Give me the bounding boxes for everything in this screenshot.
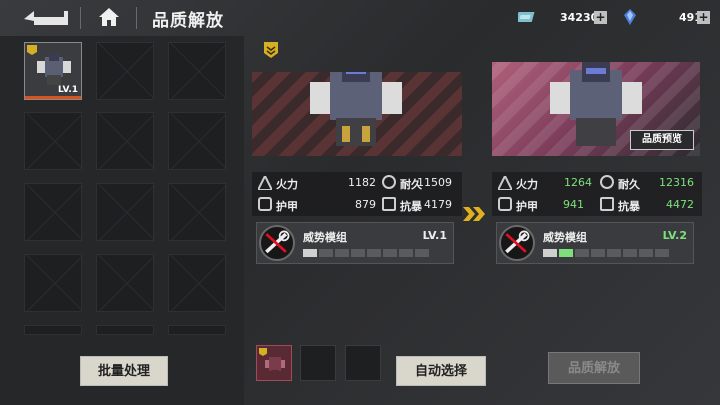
inventory-slot[interactable] [168,325,226,335]
stat-row: 火力 1182 耐久 11509 [252,172,462,194]
quality-release-button[interactable]: 品质解放 [548,352,640,384]
crit-resist-icon [600,197,614,211]
selected-level: LV.1 [58,85,78,95]
inventory-slot[interactable] [168,112,226,170]
stat-label: 护甲 [276,200,298,213]
inventory-slot[interactable] [168,42,226,100]
inventory-slot[interactable] [24,112,82,170]
divider [136,7,137,29]
stat-row: 火力 1264 耐久 12316 [492,172,702,194]
stat-value: 4472 [666,198,694,211]
inventory-slot[interactable] [96,112,154,170]
material-slot-filled[interactable] [256,345,292,381]
preview-mech-card: 品质预览 [492,62,700,156]
stat-value: 1182 [348,176,376,189]
back-icon[interactable] [24,9,68,27]
stat-value: 879 [355,198,376,211]
crit-resist-icon [382,197,396,211]
durability-icon [600,175,614,189]
inventory-slot[interactable] [96,325,154,335]
crystal-currency-icon [624,9,636,25]
upgrade-arrow-icon [463,207,485,221]
inventory-slot[interactable] [24,183,82,241]
page-title: 品质解放 [152,11,224,31]
module-level: LV.2 [662,229,687,242]
module-name: 威势模组 [303,231,347,244]
stat-value: 4179 [424,198,452,211]
module-name: 威势模组 [543,231,587,244]
add-currency1-button[interactable]: + [594,11,607,24]
inventory-slot[interactable] [96,254,154,312]
stat-value: 1264 [564,176,592,189]
mech-part-icon [310,72,402,146]
module-icon [259,225,295,261]
module-progress [303,249,443,257]
material-slot[interactable] [345,345,381,381]
divider [80,7,81,29]
home-icon[interactable] [98,7,120,27]
inventory-slot[interactable] [96,183,154,241]
stat-label: 火力 [276,178,298,191]
current-module: 威势模组 LV.1 [256,222,454,264]
stat-label: 耐久 [618,178,640,191]
ticket-currency-icon [518,12,535,22]
quality-preview-label[interactable]: 品质预览 [630,130,694,150]
auto-select-button[interactable]: 自动选择 [396,356,486,386]
preview-module: 威势模组 LV.2 [496,222,694,264]
rarity-bar [25,96,81,99]
armor-icon [258,197,272,211]
stat-label: 火力 [516,178,538,191]
add-currency2-button[interactable]: + [697,11,710,24]
stat-label: 护甲 [516,200,538,213]
inventory-slot[interactable] [24,325,82,335]
firepower-icon [496,173,514,191]
module-icon [499,225,535,261]
mech-part-icon [265,357,285,376]
material-slot[interactable] [300,345,336,381]
firepower-icon [256,173,274,191]
batch-process-button[interactable]: 批量处理 [80,356,168,386]
mech-part-icon [37,53,71,85]
current-mech-card [252,72,462,156]
stat-value: 11509 [417,176,452,189]
stat-value: 12316 [659,176,694,189]
stat-row: 护甲 941 抗暴 4472 [492,194,702,216]
rank-badge-icon [264,42,278,58]
module-progress [543,249,683,257]
top-bar: 品质解放 342303 + 491 + [0,0,720,36]
inventory-slot[interactable] [168,183,226,241]
inventory-slot[interactable] [96,42,154,100]
inventory-slot[interactable] [168,254,226,312]
stat-label: 抗暴 [618,200,640,213]
durability-icon [382,175,396,189]
inventory-slot[interactable] [24,254,82,312]
inventory-slot-selected[interactable]: LV.1 [24,42,82,100]
module-level: LV.1 [422,229,447,242]
stat-row: 护甲 879 抗暴 4179 [252,194,462,216]
armor-icon [498,197,512,211]
stat-value: 941 [563,198,584,211]
